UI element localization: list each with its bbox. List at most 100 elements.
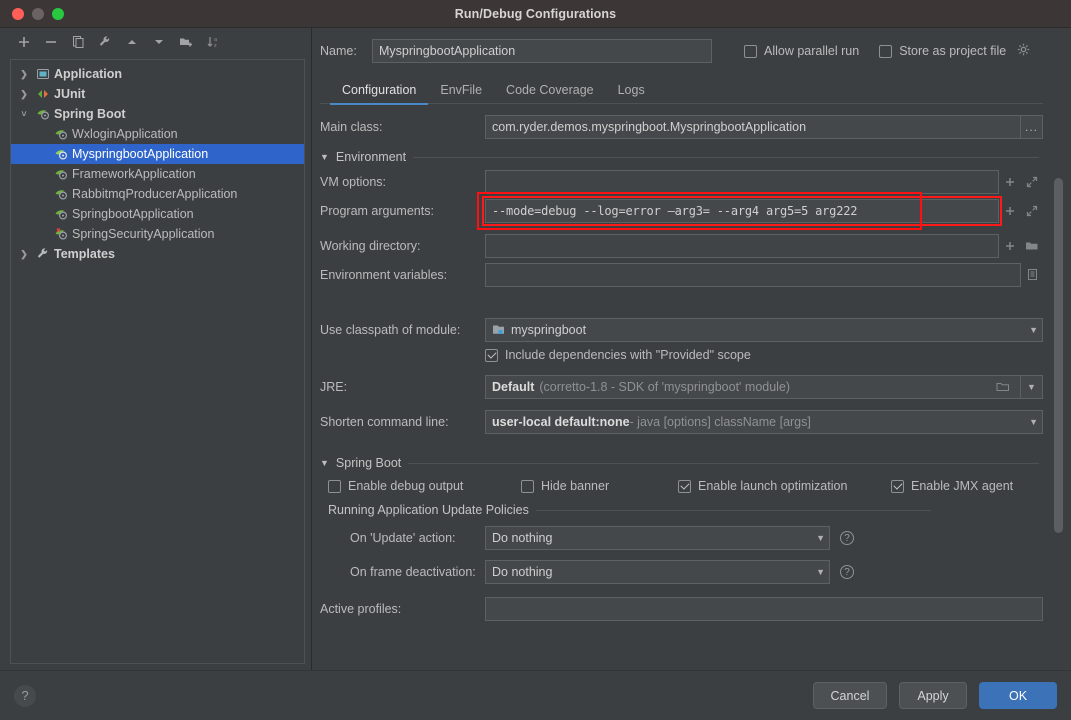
tab-logs[interactable]: Logs (606, 83, 657, 104)
hide-banner-option[interactable]: Hide banner (521, 479, 678, 493)
tree-item-springsecurityapplication[interactable]: SpringSecurityApplication (11, 224, 304, 244)
on-update-action-help-icon[interactable]: ? (840, 531, 854, 545)
environment-variables-edit-button[interactable] (1021, 263, 1043, 287)
apply-button[interactable]: Apply (899, 682, 967, 709)
environment-variables-input[interactable] (485, 262, 1021, 287)
tree-item-frameworkapplication[interactable]: FrameworkApplication (11, 164, 304, 184)
jre-browse-icon[interactable] (996, 381, 1016, 393)
vm-options-input[interactable] (485, 169, 999, 194)
enable-jmx-agent-checkbox[interactable] (891, 479, 904, 493)
use-classpath-select[interactable]: myspringboot ▼ (485, 317, 1043, 342)
working-directory-input[interactable] (485, 233, 999, 258)
sort-alpha-button[interactable]: az (201, 31, 225, 53)
add-configuration-button[interactable] (12, 31, 36, 53)
remove-configuration-button[interactable] (39, 31, 63, 53)
tree-item-label: JUnit (54, 87, 86, 101)
include-provided-label: Include dependencies with "Provided" sco… (505, 348, 751, 362)
program-arguments-input[interactable]: --mode=debug --log=error —arg3= --arg4 a… (482, 195, 1002, 226)
enable-launch-optimization-checkbox[interactable] (678, 479, 691, 493)
spring-boot-section-header[interactable]: ▼ Spring Boot (320, 456, 1043, 470)
configuration-editor: Name: MyspringbootApplication Allow para… (312, 28, 1071, 670)
shorten-command-line-select[interactable]: user-local default: none - java [options… (485, 409, 1043, 434)
tree-item-templates[interactable]: ❯ Templates (11, 244, 304, 264)
store-as-project-file-checkbox[interactable] (879, 44, 893, 58)
enable-debug-output-option[interactable]: Enable debug output (328, 479, 521, 493)
name-input[interactable]: MyspringbootApplication (372, 39, 712, 63)
module-icon (492, 324, 506, 336)
chevron-down-icon[interactable]: ▼ (320, 458, 329, 468)
tree-item-springbootapplication[interactable]: SpringbootApplication (11, 204, 304, 224)
shorten-value-prefix: user-local default: (492, 414, 600, 429)
program-arguments-macro-button[interactable] (999, 199, 1021, 223)
on-update-action-select[interactable]: Do nothing ▼ (485, 526, 830, 550)
program-arguments-expand-button[interactable] (1021, 199, 1043, 223)
on-frame-deactivation-help-icon[interactable]: ? (840, 565, 854, 579)
tree-item-myspringbootapplication[interactable]: MyspringbootApplication (11, 144, 304, 164)
working-directory-label: Working directory: (320, 238, 421, 253)
top-options: Allow parallel run Store as project file (744, 43, 1030, 59)
vm-options-macro-button[interactable] (999, 170, 1021, 194)
environment-variables-row: Environment variables: (320, 260, 1043, 289)
move-up-button[interactable] (120, 31, 144, 53)
scrollbar-thumb[interactable] (1054, 178, 1063, 533)
chevron-down-icon[interactable]: ▼ (320, 152, 329, 162)
configuration-scroll-pane: Main class: com.ryder.demos.myspringboot… (312, 104, 1071, 670)
on-update-action-value: Do nothing (492, 531, 553, 545)
chevron-down-icon[interactable]: ˅ (15, 109, 33, 119)
allow-parallel-run-option[interactable]: Allow parallel run (744, 44, 859, 58)
working-directory-browse-button[interactable] (1021, 234, 1043, 258)
tree-item-junit[interactable]: ❯ JUnit (11, 84, 304, 104)
allow-parallel-run-checkbox[interactable] (744, 44, 757, 58)
environment-section-header[interactable]: ▼ Environment (320, 150, 1043, 164)
edit-templates-button[interactable] (93, 31, 117, 53)
move-down-button[interactable] (147, 31, 171, 53)
application-icon (33, 67, 53, 81)
on-frame-deactivation-select[interactable]: Do nothing ▼ (485, 560, 830, 584)
tab-configuration[interactable]: Configuration (330, 83, 429, 105)
gear-icon[interactable] (1017, 43, 1030, 59)
use-classpath-row: Use classpath of module: myspringboot ▼ (320, 315, 1043, 344)
allow-parallel-run-label: Allow parallel run (764, 44, 860, 58)
jre-dropdown-button[interactable]: ▼ (1021, 374, 1043, 399)
tree-item-application[interactable]: ❯ Application (11, 64, 304, 84)
folder-add-button[interactable] (174, 31, 198, 53)
enable-debug-output-checkbox[interactable] (328, 479, 341, 493)
program-arguments-label: Program arguments: (320, 203, 434, 218)
chevron-down-icon[interactable]: ▼ (1023, 325, 1038, 335)
include-provided-checkbox[interactable] (485, 348, 498, 362)
ellipsis-icon: ... (1024, 119, 1038, 134)
configurations-tree[interactable]: ❯ Application ❯ JUnit ˅ Spring Boot Wxlo… (10, 59, 305, 664)
tree-item-wxloginapplication[interactable]: WxloginApplication (11, 124, 304, 144)
cancel-button[interactable]: Cancel (813, 682, 887, 709)
jre-row: JRE: Default (corretto-1.8 - SDK of 'mys… (320, 372, 1043, 401)
chevron-right-icon[interactable]: ❯ (15, 249, 33, 260)
vm-options-expand-button[interactable] (1021, 170, 1043, 194)
chevron-down-icon[interactable]: ▼ (1023, 417, 1038, 427)
chevron-right-icon[interactable]: ❯ (15, 69, 33, 80)
tree-item-spring-boot[interactable]: ˅ Spring Boot (11, 104, 304, 124)
copy-configuration-button[interactable] (66, 31, 90, 53)
chevron-down-icon[interactable]: ▼ (810, 567, 825, 577)
tree-item-rabbitmqproducerapplication[interactable]: RabbitmqProducerApplication (11, 184, 304, 204)
tree-item-label: WxloginApplication (72, 127, 178, 141)
active-profiles-input[interactable] (485, 597, 1043, 621)
vertical-scrollbar[interactable] (1054, 178, 1063, 633)
enable-jmx-agent-option[interactable]: Enable JMX agent (891, 479, 1013, 493)
ok-button[interactable]: OK (979, 682, 1057, 709)
spring-boot-section-title: Spring Boot (335, 456, 402, 470)
hide-banner-checkbox[interactable] (521, 479, 534, 493)
tab-code-coverage[interactable]: Code Coverage (494, 83, 606, 104)
working-directory-macro-button[interactable] (999, 234, 1021, 258)
chevron-right-icon[interactable]: ❯ (15, 89, 33, 100)
chevron-down-icon[interactable]: ▼ (810, 533, 825, 543)
store-as-project-file-option[interactable]: Store as project file (879, 43, 1030, 59)
tab-envfile[interactable]: EnvFile (428, 83, 494, 104)
spring-boot-icon (51, 167, 71, 181)
include-provided-option[interactable]: Include dependencies with "Provided" sco… (485, 348, 751, 362)
main-class-input[interactable]: com.ryder.demos.myspringboot.Myspringboo… (485, 114, 1021, 139)
main-class-browse-button[interactable]: ... (1021, 114, 1043, 139)
shorten-value-detail: - java [options] className [args] (629, 414, 811, 429)
enable-launch-optimization-option[interactable]: Enable launch optimization (678, 479, 891, 493)
jre-select[interactable]: Default (corretto-1.8 - SDK of 'myspring… (485, 374, 1021, 399)
help-button[interactable]: ? (14, 684, 36, 707)
